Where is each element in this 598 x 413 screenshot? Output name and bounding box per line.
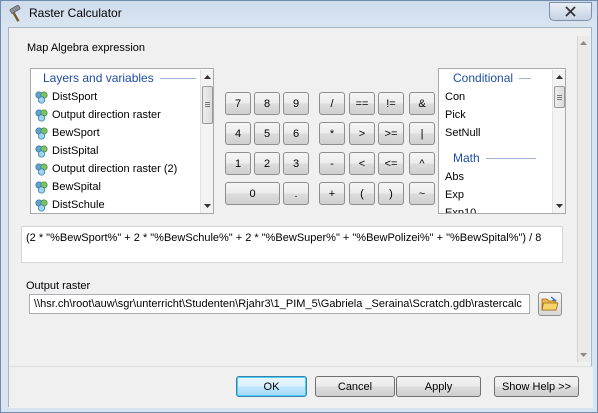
layer-list-item[interactable]: Output direction raster (2)	[31, 160, 177, 178]
layers-list-header: Layers and variables	[31, 69, 199, 87]
output-raster-label: Output raster	[26, 280, 91, 292]
raster-layer-icon	[35, 90, 48, 104]
scroll-down-icon[interactable]	[201, 199, 213, 213]
ok-button[interactable]: OK	[236, 376, 307, 397]
layers-scrollbar[interactable]	[200, 70, 213, 213]
raster-layer-icon	[35, 162, 48, 176]
function-list-item[interactable]: Con	[439, 88, 465, 106]
raster-layer-icon	[35, 198, 48, 212]
keypad-button[interactable]: |	[409, 122, 435, 145]
keypad-button[interactable]: 1	[225, 152, 251, 175]
dialog-scroll-track[interactable]	[577, 36, 590, 362]
layer-item-label: DistSchule	[52, 199, 105, 211]
dialog-client-area: Map Algebra expression Layers and variab…	[8, 27, 593, 408]
header-rule	[485, 157, 536, 159]
layer-list-item[interactable]: BewSport	[31, 124, 100, 142]
function-list-item[interactable]: Pick	[439, 106, 466, 124]
functions-list[interactable]: Conditional Con Pick SetNull Math Abs Exp Ex…	[438, 68, 566, 214]
raster-calculator-window: Raster Calculator Map Algebra expression…	[0, 0, 598, 413]
scroll-thumb[interactable]	[202, 86, 213, 124]
raster-layer-icon	[35, 108, 48, 122]
keypad-button[interactable]: /	[319, 92, 345, 115]
keypad-button[interactable]: )	[378, 182, 404, 205]
function-list-item[interactable]: Abs	[439, 168, 464, 186]
layer-item-label: Output direction raster (2)	[52, 163, 178, 175]
keypad-button[interactable]: &	[409, 92, 435, 115]
expression-text: (2 * "%BewSport%" + 2 * "%BewSchule%" + …	[26, 232, 542, 244]
conditional-header: Conditional	[439, 69, 551, 87]
layers-list[interactable]: Layers and variables DistSport Output dir…	[30, 68, 214, 214]
layers-header-label: Layers and variables	[43, 71, 154, 85]
layer-list-item[interactable]: DistSport	[31, 88, 97, 106]
layer-list-item[interactable]: DistSpital	[31, 142, 98, 160]
raster-layer-icon	[35, 180, 48, 194]
title-bar[interactable]: Raster Calculator	[1, 1, 597, 27]
layer-list-item[interactable]: Output direction raster	[31, 106, 161, 124]
keypad-button[interactable]: 4	[225, 122, 251, 145]
function-list-item[interactable]: Exp	[439, 186, 464, 204]
dialog-content: Map Algebra expression Layers and variab…	[17, 34, 572, 364]
keypad-button[interactable]: 3	[283, 152, 309, 175]
dialog-button-bar: OK Cancel Apply Show Help >>	[9, 366, 593, 408]
layer-item-label: BewSport	[52, 127, 100, 139]
open-folder-icon	[541, 296, 559, 311]
cancel-button[interactable]: Cancel	[315, 376, 395, 397]
layer-item-label: Output direction raster	[52, 109, 161, 121]
apply-button[interactable]: Apply	[396, 376, 481, 397]
keypad-button[interactable]: *	[319, 122, 345, 145]
keypad-button[interactable]: <	[349, 152, 375, 175]
expression-label: Map Algebra expression	[27, 42, 146, 54]
layer-item-label: BewSpital	[52, 181, 101, 193]
keypad-button[interactable]: 2	[254, 152, 280, 175]
scroll-up-icon[interactable]	[553, 70, 565, 84]
keypad-button[interactable]: +	[319, 182, 345, 205]
keypad-button[interactable]: 7	[225, 92, 251, 115]
output-raster-input[interactable]: \\hsr.ch\root\auw\sgr\unterricht\Student…	[29, 294, 530, 314]
keypad-button[interactable]: 8	[254, 92, 280, 115]
layer-list-item[interactable]: BewSpital	[31, 178, 101, 196]
keypad-button[interactable]: >	[349, 122, 375, 145]
functions-scrollbar[interactable]	[552, 70, 565, 213]
window-title: Raster Calculator	[29, 6, 122, 20]
scroll-down-icon[interactable]	[577, 348, 590, 362]
expression-textbox[interactable]: (2 * "%BewSport%" + 2 * "%BewSchule%" + …	[21, 226, 563, 263]
header-rule	[519, 77, 532, 79]
show-help-button[interactable]: Show Help >>	[494, 376, 579, 397]
keypad-button[interactable]: .	[283, 182, 309, 205]
function-list-item[interactable]: SetNull	[439, 124, 480, 142]
keypad-button[interactable]: (	[349, 182, 375, 205]
close-icon	[565, 6, 576, 17]
keypad-button[interactable]: 0	[225, 182, 280, 205]
layer-item-label: DistSpital	[52, 145, 99, 157]
scroll-thumb[interactable]	[554, 86, 565, 108]
scroll-up-icon[interactable]	[577, 36, 590, 50]
keypad-button[interactable]: 6	[283, 122, 309, 145]
keypad-button[interactable]: !=	[378, 92, 404, 115]
conditional-header-label: Conditional	[453, 71, 514, 85]
keypad-button[interactable]: ^	[409, 152, 435, 175]
dialog-scrollbar[interactable]	[577, 36, 590, 362]
keypad-button[interactable]: ==	[349, 92, 375, 115]
header-rule	[159, 77, 196, 79]
hammer-icon	[9, 5, 21, 22]
raster-layer-icon	[35, 144, 48, 158]
keypad-button[interactable]: 5	[254, 122, 280, 145]
keypad-button[interactable]: 9	[283, 92, 309, 115]
scroll-up-icon[interactable]	[201, 70, 213, 84]
layer-item-label: DistSport	[52, 91, 98, 103]
close-button[interactable]	[549, 2, 592, 21]
layer-list-item[interactable]: DistSchule	[31, 196, 105, 213]
math-header-label: Math	[453, 151, 480, 165]
raster-layer-icon	[35, 126, 48, 140]
keypad-button[interactable]: <=	[378, 152, 404, 175]
function-list-item[interactable]: Exp10	[439, 204, 476, 213]
browse-output-button[interactable]	[538, 292, 562, 316]
keypad-button[interactable]: -	[319, 152, 345, 175]
keypad-button[interactable]: >=	[378, 122, 404, 145]
scroll-down-icon[interactable]	[553, 199, 565, 213]
keypad-button[interactable]: ~	[409, 182, 435, 205]
math-header: Math	[439, 149, 551, 167]
